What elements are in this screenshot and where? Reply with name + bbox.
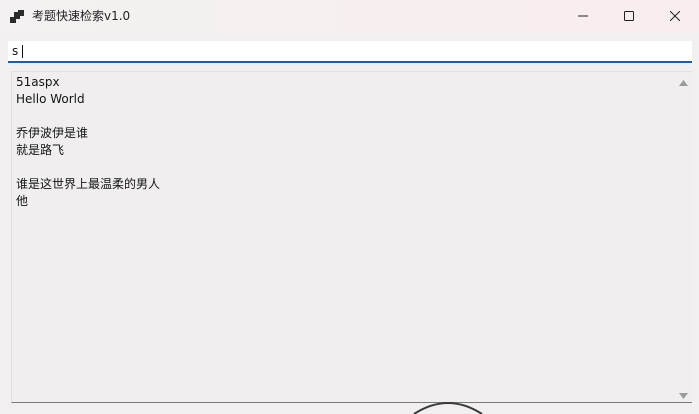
search-box[interactable] [8,41,692,63]
text-caret [22,45,23,58]
scroll-down-button[interactable] [675,385,692,402]
app-window: 考题快速检索v1.0 51aspx Hello World 乔伊波伊是谁 就是路… [0,0,699,414]
cursor-ring-icon [413,402,483,414]
scroll-down-arrow-icon [679,384,688,403]
window-title: 考题快速检索v1.0 [32,9,131,23]
maximize-icon [624,11,634,21]
app-icon [10,9,24,23]
search-input[interactable] [8,41,692,61]
minimize-button[interactable] [560,0,606,32]
vertical-scrollbar[interactable] [675,72,692,402]
close-icon [670,11,680,21]
close-button[interactable] [652,0,698,32]
title-bar[interactable]: 考题快速检索v1.0 [0,0,699,32]
scroll-track[interactable] [675,89,692,385]
maximize-button[interactable] [606,0,652,32]
scroll-up-button[interactable] [675,72,692,89]
scroll-up-arrow-icon [679,71,688,90]
results-textarea[interactable]: 51aspx Hello World 乔伊波伊是谁 就是路飞 谁是这世界上最温柔… [11,71,692,403]
results-text[interactable]: 51aspx Hello World 乔伊波伊是谁 就是路飞 谁是这世界上最温柔… [16,74,666,210]
minimize-icon [578,11,588,21]
